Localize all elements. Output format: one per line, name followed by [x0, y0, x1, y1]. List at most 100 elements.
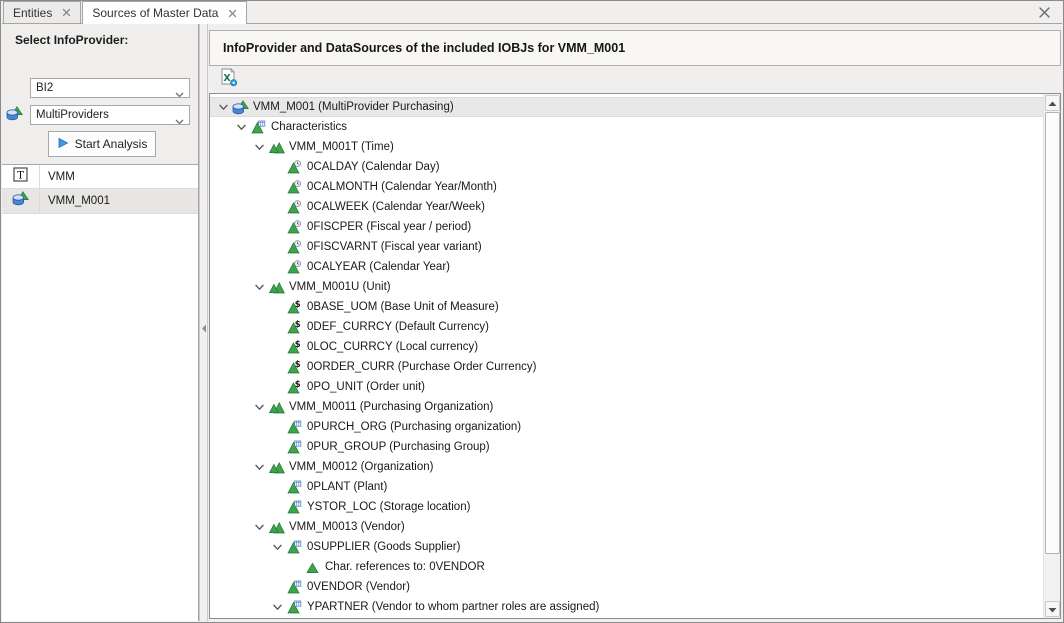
- arrow-down-icon: [1048, 600, 1057, 618]
- scroll-down-button[interactable]: [1045, 601, 1060, 617]
- close-icon[interactable]: [1038, 6, 1052, 20]
- tree-row-label: 0FISCVARNT (Fiscal year variant): [307, 237, 482, 257]
- tree-row[interactable]: VMM_M0011 (Purchasing Organization): [210, 397, 1043, 417]
- tree-row[interactable]: 0FISCPER (Fiscal year / period): [210, 217, 1043, 237]
- tree-row[interactable]: VMM_M0012 (Organization): [210, 457, 1043, 477]
- tree-row[interactable]: 0PLANT (Plant): [210, 477, 1043, 497]
- chevron-down-icon[interactable]: [250, 402, 268, 413]
- svg-text:$: $: [295, 340, 301, 350]
- unit-char-icon: $: [286, 300, 303, 314]
- start-analysis-label: Start Analysis: [75, 137, 148, 151]
- tab-close-icon[interactable]: [228, 9, 237, 18]
- tab-bar: Entities Sources of Master Data: [2, 2, 1062, 24]
- export-to-excel-button[interactable]: X: [216, 68, 240, 92]
- chevron-down-icon[interactable]: [250, 462, 268, 473]
- tree-row[interactable]: $0LOC_CURRCY (Local currency): [210, 337, 1043, 357]
- tree-row[interactable]: $0DEF_CURRCY (Default Currency): [210, 317, 1043, 337]
- tree-row-label: 0SUPPLIER (Goods Supplier): [307, 537, 460, 557]
- unit-char-icon: $: [286, 320, 303, 334]
- tree-row-label: Characteristics: [271, 117, 347, 137]
- dimension-icon: [268, 520, 285, 534]
- tree-row[interactable]: 0PURCH_ORG (Purchasing organization): [210, 417, 1043, 437]
- provider-type-dropdown[interactable]: MultiProviders: [30, 105, 190, 125]
- characteristic-icon: [286, 480, 303, 494]
- characteristic-icon: [286, 440, 303, 454]
- sidebar-splitter[interactable]: [199, 24, 208, 621]
- scroll-up-button[interactable]: [1045, 95, 1060, 111]
- start-analysis-button[interactable]: Start Analysis: [48, 131, 156, 157]
- system-dropdown-value: BI2: [36, 82, 53, 94]
- characteristic-icon: [286, 540, 303, 554]
- chevron-down-icon[interactable]: [214, 102, 232, 113]
- dimension-icon: [268, 460, 285, 474]
- time-char-icon: [286, 200, 303, 214]
- chevron-down-icon[interactable]: [268, 602, 286, 613]
- tree-row[interactable]: YPARTNER (Vendor to whom partner roles a…: [210, 597, 1043, 617]
- tree-row[interactable]: 0PUR_GROUP (Purchasing Group): [210, 437, 1043, 457]
- tree-row[interactable]: YSTOR_LOC (Storage location): [210, 497, 1043, 517]
- tree-row-label: VMM_M0013 (Vendor): [289, 517, 405, 537]
- tree-row[interactable]: 0SUPPLIER (Goods Supplier): [210, 537, 1043, 557]
- scrollbar-thumb[interactable]: [1045, 112, 1060, 554]
- tree-row-label: 0CALYEAR (Calendar Year): [307, 257, 450, 277]
- tree-row[interactable]: 0VENDOR (Vendor): [210, 577, 1043, 597]
- tree-row-label: VMM_M001 (MultiProvider Purchasing): [253, 97, 454, 117]
- tree-row[interactable]: Char. references to: 0VENDOR: [210, 557, 1043, 577]
- chevron-down-icon[interactable]: [250, 142, 268, 153]
- system-dropdown[interactable]: BI2: [30, 78, 190, 98]
- time-char-icon: [286, 180, 303, 194]
- tree-row[interactable]: VMM_M001T (Time): [210, 137, 1043, 157]
- tree-row-label: 0ORDER_CURR (Purchase Order Currency): [307, 357, 536, 377]
- chevron-down-icon[interactable]: [232, 122, 250, 133]
- tree-row[interactable]: 0CALMONTH (Calendar Year/Month): [210, 177, 1043, 197]
- arrow-up-icon: [1048, 94, 1057, 112]
- svg-text:$: $: [295, 360, 301, 370]
- tree-row-label: VMM_M0011 (Purchasing Organization): [289, 397, 493, 417]
- iobj-tree: VMM_M001 (MultiProvider Purchasing)Chara…: [210, 97, 1043, 617]
- time-char-icon: [286, 160, 303, 174]
- multiprovider-icon: [12, 191, 29, 211]
- collapse-left-icon[interactable]: [201, 320, 207, 338]
- tree-row[interactable]: 0CALDAY (Calendar Day): [210, 157, 1043, 177]
- provider-type-dropdown-value: MultiProviders: [36, 109, 109, 121]
- chevron-down-icon[interactable]: [250, 522, 268, 533]
- tree-row[interactable]: 0CALWEEK (Calendar Year/Week): [210, 197, 1043, 217]
- tree-row[interactable]: VMM_M001U (Unit): [210, 277, 1043, 297]
- tree-row[interactable]: 0FISCVARNT (Fiscal year variant): [210, 237, 1043, 257]
- app-window: Entities Sources of Master Data Select I…: [0, 0, 1064, 623]
- tree-row[interactable]: $0BASE_UOM (Base Unit of Measure): [210, 297, 1043, 317]
- tab-sources-label: Sources of Master Data: [92, 6, 218, 20]
- tree-row[interactable]: VMM_M0013 (Vendor): [210, 517, 1043, 537]
- tree-row[interactable]: $0PO_UNIT (Order unit): [210, 377, 1043, 397]
- tree-row[interactable]: VMM_M001 (MultiProvider Purchasing): [210, 97, 1043, 117]
- chevron-down-icon[interactable]: [268, 542, 286, 553]
- tree-row-label: VMM_M001T (Time): [289, 137, 394, 157]
- tree-panel: VMM_M001 (MultiProvider Purchasing)Chara…: [209, 93, 1061, 619]
- tree-row[interactable]: $0ORDER_CURR (Purchase Order Currency): [210, 357, 1043, 377]
- tab-entities[interactable]: Entities: [3, 1, 81, 23]
- tree-row[interactable]: Characteristics: [210, 117, 1043, 137]
- tab-close-icon[interactable]: [62, 8, 71, 17]
- chevron-down-icon[interactable]: [250, 282, 268, 293]
- excel-export-icon: X: [219, 68, 238, 92]
- vertical-scrollbar[interactable]: [1043, 94, 1060, 618]
- time-char-icon: [286, 220, 303, 234]
- tree-row[interactable]: 0CALYEAR (Calendar Year): [210, 257, 1043, 277]
- tree-row-label: 0DEF_CURRCY (Default Currency): [307, 317, 489, 337]
- tree-row-label: VMM_M0012 (Organization): [289, 457, 433, 477]
- tab-sources-of-master-data[interactable]: Sources of Master Data: [82, 1, 247, 24]
- sidebar-header: Select InfoProvider:: [15, 33, 198, 47]
- infoprovider-sidebar: Select InfoProvider: BI2 MultiProviders …: [2, 24, 199, 621]
- tree-row-label: YPARTNER (Vendor to whom partner roles a…: [307, 597, 599, 617]
- tree-row-label: 0FISCPER (Fiscal year / period): [307, 217, 471, 237]
- text-filter-icon: T: [13, 167, 28, 187]
- infoprovider-list-item[interactable]: VMM_M001: [2, 189, 198, 214]
- infoprovider-name: VMM_M001: [40, 189, 198, 213]
- multiprovider-icon: [232, 100, 249, 115]
- dimension-icon: [268, 280, 285, 294]
- dimension-icon: [268, 140, 285, 154]
- filter-input[interactable]: VMM: [40, 165, 198, 188]
- multiprovider-icon: [6, 106, 23, 126]
- tree-row-label: 0CALWEEK (Calendar Year/Week): [307, 197, 485, 217]
- characteristic-icon: [286, 500, 303, 514]
